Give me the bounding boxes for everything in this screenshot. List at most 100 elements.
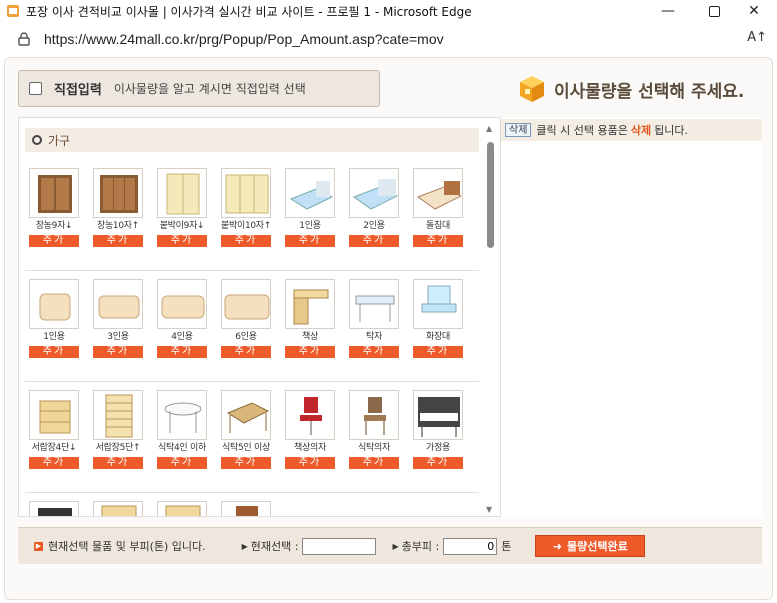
furniture-item: 6인용추가 bbox=[221, 279, 273, 358]
furniture-thumbnail bbox=[285, 168, 335, 218]
row-separator bbox=[25, 381, 479, 382]
furniture-name: 책상의자 bbox=[294, 443, 326, 453]
add-button[interactable]: 추가 bbox=[157, 346, 207, 358]
close-icon[interactable]: ✕ bbox=[731, 0, 777, 22]
furniture-item: 2인용 추가 bbox=[349, 168, 401, 247]
furniture-item-partial bbox=[29, 501, 81, 516]
scrollbar-thumb[interactable] bbox=[487, 142, 494, 248]
select-title: 이사물량을 선택해 주세요. bbox=[516, 73, 744, 105]
add-button[interactable]: 추가 bbox=[349, 235, 399, 247]
furniture-item-partial bbox=[221, 501, 273, 516]
furniture-thumbnail bbox=[157, 390, 207, 440]
direct-input-description: 이사물량을 알고 계시면 직접입력 선택 bbox=[113, 82, 306, 96]
furniture-item: 식탁의자추가 bbox=[349, 390, 401, 469]
furniture-name: 가정용 bbox=[426, 443, 450, 453]
furniture-item: 장농10자↑ 추가 bbox=[93, 168, 145, 247]
window-title: 포장 이사 견적비교 이사몰 | 이사가격 실시간 비교 사이트 - 프로필 1… bbox=[26, 4, 472, 19]
current-selection-label: 현재선택 : bbox=[250, 540, 299, 553]
direct-input-checkbox[interactable] bbox=[29, 82, 42, 95]
add-button[interactable]: 추가 bbox=[157, 235, 207, 247]
furniture-name: 4인용 bbox=[171, 332, 193, 342]
hint-text-before: 클릭 시 선택 용품은 bbox=[536, 124, 628, 137]
furniture-item: 책상추가 bbox=[285, 279, 337, 358]
furniture-thumbnail bbox=[285, 279, 335, 329]
furniture-thumbnail bbox=[157, 279, 207, 329]
boxes-icon bbox=[520, 76, 544, 102]
bottom-info: 현재선택 물품 및 부피(톤) 입니다. bbox=[48, 540, 206, 553]
total-volume-input[interactable] bbox=[443, 537, 498, 555]
furniture-item: 붙박이10자↑ 추가 bbox=[221, 168, 273, 247]
furniture-name: 6인용 bbox=[235, 332, 257, 342]
scroll-down-icon[interactable]: ▼ bbox=[486, 505, 492, 514]
furniture-name: 식탁5인 이상 bbox=[222, 443, 270, 453]
furniture-item-partial bbox=[93, 501, 145, 516]
furniture-thumbnail bbox=[221, 501, 271, 516]
furniture-name: 식탁의자 bbox=[358, 443, 390, 453]
scroll-up-icon[interactable]: ▲ bbox=[486, 124, 492, 133]
add-button[interactable]: 추가 bbox=[29, 346, 79, 358]
furniture-thumbnail bbox=[221, 279, 271, 329]
furniture-item: 장농9자↓ 추가 bbox=[29, 168, 81, 247]
furniture-name: 붙박이9자↓ bbox=[159, 221, 205, 231]
add-button[interactable]: 추가 bbox=[221, 457, 271, 469]
furniture-item: 서랍장5단↑ 추가 bbox=[93, 390, 145, 469]
add-button[interactable]: 추가 bbox=[93, 346, 143, 358]
furniture-name: 장농10자↑ bbox=[96, 221, 140, 231]
finish-selection-button[interactable]: ➜ 물량선택완료 bbox=[535, 535, 646, 557]
furniture-item: 4인용추가 bbox=[157, 279, 209, 358]
delete-sample-button: 삭제 bbox=[505, 123, 532, 137]
furniture-name: 서랍장4단↓ bbox=[31, 443, 77, 453]
add-button[interactable]: 추가 bbox=[285, 235, 335, 247]
url-text[interactable]: https://www.24mall.co.kr/prg/Popup/Pop_A… bbox=[44, 31, 444, 47]
row-separator bbox=[25, 492, 479, 493]
furniture-name: 1인용 bbox=[299, 221, 321, 231]
furniture-item: 화장대추가 bbox=[413, 279, 465, 358]
add-button[interactable]: 추가 bbox=[93, 457, 143, 469]
furniture-thumbnail bbox=[157, 501, 207, 516]
furniture-item: 가정용추가 bbox=[413, 390, 465, 469]
furniture-item: 1인용추가 bbox=[285, 168, 337, 247]
address-bar: https://www.24mall.co.kr/prg/Popup/Pop_A… bbox=[0, 22, 777, 56]
finish-selection-label: 물량선택완료 bbox=[567, 540, 628, 553]
arrow-bullet-icon: ▶ bbox=[34, 541, 43, 551]
triangle-icon: ▶ bbox=[241, 541, 248, 551]
add-button[interactable]: 추가 bbox=[413, 457, 463, 469]
add-button[interactable]: 추가 bbox=[285, 457, 335, 469]
furniture-name: 붙박이10자↑ bbox=[221, 221, 272, 231]
bullet-icon bbox=[32, 135, 42, 145]
bottom-bar: ▶ 현재선택 물품 및 부피(톤) 입니다. ▶ 현재선택 : ▶ 총부피 : … bbox=[18, 527, 762, 564]
furniture-name: 돌침대 bbox=[426, 221, 450, 231]
add-button[interactable]: 추가 bbox=[285, 346, 335, 358]
lock-icon[interactable] bbox=[18, 32, 30, 46]
furniture-thumbnail bbox=[221, 390, 271, 440]
add-button[interactable]: 추가 bbox=[157, 457, 207, 469]
add-button[interactable]: 추가 bbox=[413, 235, 463, 247]
current-selection-input[interactable] bbox=[302, 537, 377, 555]
selection-hint: 삭제 클릭 시 선택 용품은 삭제 됩니다. bbox=[501, 119, 762, 141]
add-button[interactable]: 추가 bbox=[349, 346, 399, 358]
item-list-panel: 가구 장농9자↓ 추가 장농10자↑ 추가 붙박이9자↓ 추가 붙박이10자↑ 추가 1인용 추가… bbox=[18, 117, 501, 517]
furniture-thumbnail bbox=[285, 390, 335, 440]
furniture-thumbnail bbox=[157, 168, 207, 218]
furniture-name: 책상 bbox=[302, 332, 318, 342]
add-button[interactable]: 추가 bbox=[413, 346, 463, 358]
list-scrollbar[interactable]: ▲ ▼ bbox=[484, 118, 498, 518]
select-title-text: 이사물량을 선택해 주세요. bbox=[554, 81, 745, 102]
read-aloud-icon[interactable]: A↑ bbox=[747, 30, 767, 45]
furniture-name: 화장대 bbox=[426, 332, 450, 342]
unit-label: 톤 bbox=[501, 540, 512, 553]
minimize-icon[interactable]: — bbox=[645, 0, 691, 22]
arrow-right-icon: ➜ bbox=[552, 539, 563, 553]
add-button[interactable]: 추가 bbox=[349, 457, 399, 469]
furniture-thumbnail bbox=[93, 501, 143, 516]
furniture-thumbnail bbox=[93, 168, 143, 218]
add-button[interactable]: 추가 bbox=[221, 235, 271, 247]
furniture-item: 서랍장4단↓ 추가 bbox=[29, 390, 81, 469]
hint-highlight: 삭제 bbox=[630, 124, 652, 137]
add-button[interactable]: 추가 bbox=[93, 235, 143, 247]
add-button[interactable]: 추가 bbox=[221, 346, 271, 358]
add-button[interactable]: 추가 bbox=[29, 235, 79, 247]
direct-input-box[interactable]: 직접입력 이사물량을 알고 계시면 직접입력 선택 bbox=[18, 70, 380, 107]
add-button[interactable]: 추가 bbox=[29, 457, 79, 469]
furniture-item: 붙박이9자↓ 추가 bbox=[157, 168, 209, 247]
